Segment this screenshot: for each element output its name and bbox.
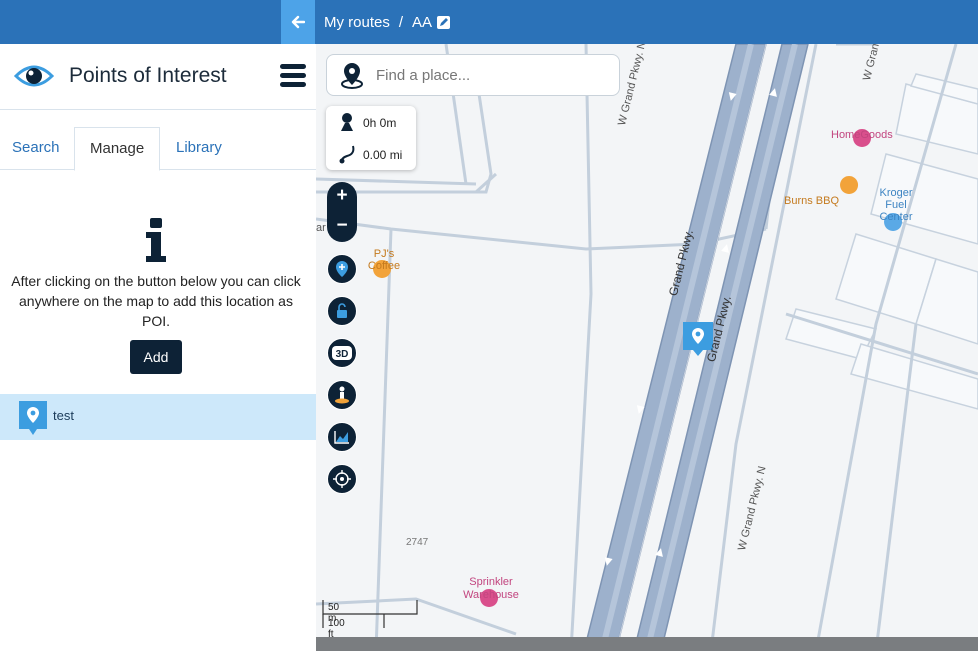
edit-icon[interactable] <box>437 15 451 29</box>
street-view-button[interactable] <box>327 380 357 410</box>
breadcrumb-my-routes[interactable]: My routes <box>324 14 390 31</box>
lock-button[interactable] <box>327 296 357 326</box>
map-pin-plus-icon <box>336 261 348 277</box>
route-name: AA <box>412 13 433 31</box>
route-stats: 0h 0m 0.00 mi <box>326 106 416 170</box>
eye-icon <box>14 65 54 87</box>
sprinkler-label: Sprinkler Warehouse <box>458 576 524 602</box>
poi-list-item[interactable]: test <box>0 394 316 440</box>
breadcrumb: My routes / AA <box>324 0 451 44</box>
sidebar-header: Points of Interest <box>0 44 316 110</box>
elevation-button[interactable] <box>327 422 357 452</box>
chart-icon <box>334 431 349 444</box>
map-view[interactable]: W Grand Pkwy. N W Gran Grand Pkwy. Grand… <box>316 44 978 651</box>
search-input[interactable] <box>374 66 608 85</box>
pjs-coffee-label: PJ's Coffee <box>364 248 404 272</box>
add-poi-button[interactable] <box>327 254 357 284</box>
pjs-label-line: PJ's <box>373 248 395 260</box>
zoom-in-button[interactable]: + <box>327 182 357 212</box>
tab-manage[interactable]: Manage <box>74 127 161 171</box>
top-bar: My routes / AA <box>0 0 978 44</box>
kroger-label-line: Fuel <box>885 199 907 211</box>
duration-icon <box>341 113 353 131</box>
tab-library[interactable]: Library <box>164 127 234 168</box>
homegoods-label: HomeGoods <box>831 129 893 141</box>
distance-stat: 0.00 mi <box>326 138 416 170</box>
zoom-out-button[interactable]: − <box>327 212 357 242</box>
pjs-label-line: Coffee <box>367 260 401 272</box>
tab-search[interactable]: Search <box>0 127 72 168</box>
locate-button[interactable] <box>327 464 357 494</box>
unlock-icon <box>337 303 347 318</box>
map-marker-icon <box>19 401 47 435</box>
street-label-partial: ar <box>316 222 326 234</box>
kroger-label-line: Kroger <box>879 187 913 199</box>
breadcrumb-separator: / <box>398 13 404 31</box>
distance-icon <box>339 145 355 164</box>
address-number: 2747 <box>406 537 429 548</box>
sidebar: Points of Interest Search Manage Library… <box>0 44 316 651</box>
map-bottom-bar <box>316 637 978 651</box>
back-button[interactable] <box>281 0 315 44</box>
info-icon <box>146 218 166 262</box>
crosshair-icon <box>333 470 351 488</box>
kroger-label: Kroger Fuel Center <box>876 187 916 223</box>
burns-bbq-label: Burns BBQ <box>784 195 840 207</box>
svg-text:3D: 3D <box>336 349 349 360</box>
location-pin-icon <box>341 63 363 89</box>
sprinkler-label-line: Warehouse <box>463 589 519 601</box>
pegman-icon <box>335 386 349 404</box>
duration-value: 0h 0m <box>363 116 397 130</box>
help-text: After clicking on the button below you c… <box>11 273 301 329</box>
sprinkler-label-line: Sprinkler <box>469 576 513 588</box>
poi-name: test <box>53 408 74 423</box>
kroger-label-line: Center <box>879 211 913 223</box>
3d-button[interactable]: 3D <box>327 338 357 368</box>
zoom-control: + − <box>327 182 357 242</box>
burns-bbq-poi-icon <box>840 176 859 194</box>
tab-bar: Search Manage Library <box>0 127 316 171</box>
place-search[interactable] <box>326 54 620 96</box>
distance-value: 0.00 mi <box>363 148 403 162</box>
sidebar-title: Points of Interest <box>69 64 227 87</box>
menu-icon[interactable] <box>280 64 306 91</box>
3d-icon: 3D <box>332 346 352 360</box>
add-button[interactable]: Add <box>130 340 182 374</box>
duration-stat: 0h 0m <box>326 106 416 138</box>
arrow-left-icon <box>291 15 305 29</box>
